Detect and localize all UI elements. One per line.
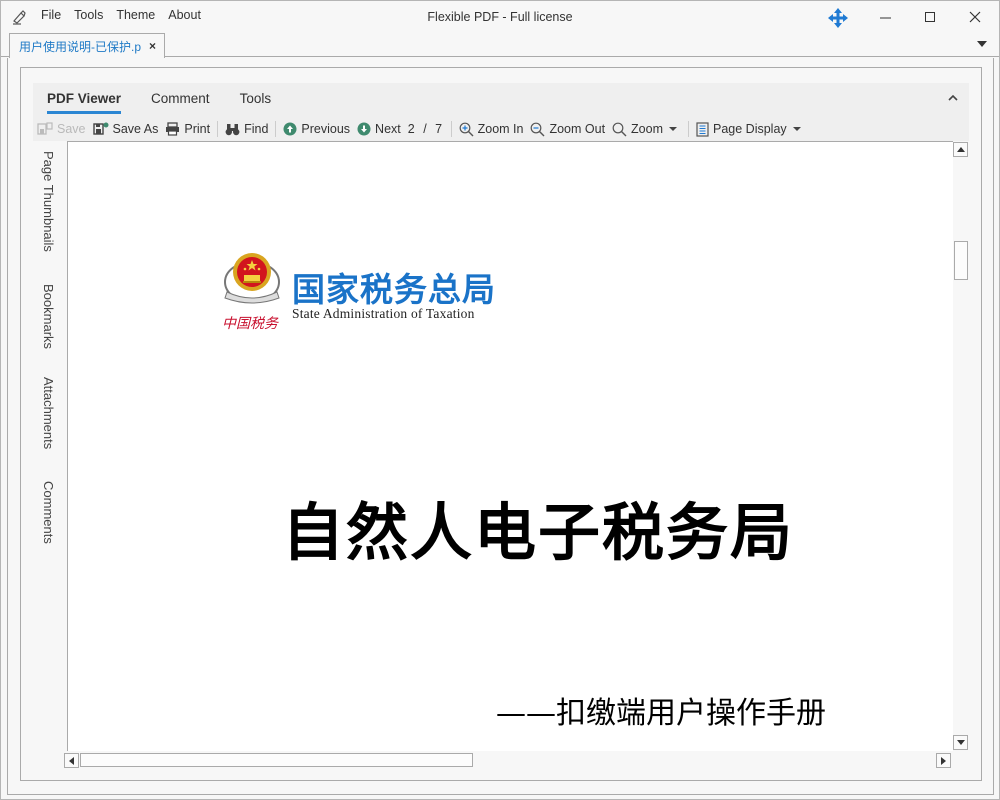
- scroll-up-button[interactable]: [953, 142, 968, 157]
- page-display-icon: [696, 121, 709, 137]
- tab-pdf-viewer[interactable]: PDF Viewer: [47, 91, 122, 114]
- total-pages: 7: [435, 122, 443, 136]
- menu-file[interactable]: File: [41, 8, 61, 22]
- current-page-input[interactable]: 2: [408, 122, 415, 136]
- document-tab[interactable]: 用户使用说明-已保护.pdf ×: [9, 33, 165, 58]
- binoculars-icon: [225, 123, 240, 135]
- save-as-label: Save As: [112, 122, 159, 136]
- document-tab-label: 用户使用说明-已保护.pdf: [19, 39, 141, 54]
- toolbar: Save Save As Print Find Previous Next 2 …: [37, 119, 812, 139]
- magnifier-icon: [612, 122, 627, 136]
- document-subtitle: ——扣缴端用户操作手册: [496, 696, 826, 731]
- save-icon: [37, 122, 53, 135]
- arrow-up-circle-icon: [283, 122, 297, 136]
- arrow-down-circle-icon: [357, 122, 371, 136]
- pen-icon: [13, 10, 26, 25]
- page-display-dropdown[interactable]: Page Display: [696, 121, 805, 137]
- minimize-button[interactable]: [871, 5, 901, 31]
- side-tab-attachments[interactable]: Attachments: [41, 377, 56, 449]
- toolbar-separator: [275, 121, 277, 137]
- document-tab-close-button[interactable]: ×: [149, 39, 156, 53]
- ribbon: PDF Viewer Comment Tools Save Save As Pr…: [33, 83, 969, 141]
- arrow-up-icon: [957, 147, 965, 152]
- menu-theme[interactable]: Theme: [116, 8, 155, 22]
- scroll-left-button[interactable]: [64, 753, 79, 768]
- zoom-out-icon: [531, 122, 545, 136]
- chevron-down-icon: [669, 127, 677, 131]
- collapse-ribbon-icon[interactable]: [947, 93, 959, 103]
- maximize-button[interactable]: [916, 5, 946, 31]
- zoom-in-label: Zoom In: [477, 122, 524, 136]
- zoom-out-button[interactable]: Zoom Out: [530, 122, 605, 137]
- print-button[interactable]: Print: [165, 122, 210, 136]
- menu-tools[interactable]: Tools: [74, 8, 103, 22]
- move-icon[interactable]: [827, 7, 849, 29]
- toolbar-separator: [688, 121, 689, 137]
- find-label: Find: [244, 122, 269, 136]
- zoom-dropdown[interactable]: Zoom: [612, 122, 681, 137]
- save-as-button[interactable]: Save As: [92, 122, 159, 136]
- sat-logo: 中国税务 国家税务总局 State Administration of Taxa…: [213, 242, 523, 342]
- next-page-button[interactable]: Next: [357, 122, 401, 136]
- maximize-icon: [925, 12, 935, 22]
- logo-chinese-title: 国家税务总局: [292, 270, 496, 309]
- chevron-down-icon: [792, 127, 801, 131]
- menu-bar: File Tools Theme About: [41, 8, 214, 22]
- save-button[interactable]: Save: [37, 122, 86, 136]
- zoom-label: Zoom: [631, 122, 663, 136]
- page-separator: /: [423, 122, 428, 136]
- document-tab-bar: 用户使用说明-已保护.pdf ×: [1, 33, 999, 58]
- arrow-down-icon: [957, 740, 965, 745]
- find-button[interactable]: Find: [225, 122, 268, 136]
- previous-page-button[interactable]: Previous: [283, 122, 350, 136]
- title-bar: File Tools Theme About Flexible PDF - Fu…: [1, 1, 999, 33]
- page-indicator: 2 / 7: [408, 122, 443, 136]
- print-label: Print: [184, 122, 211, 136]
- logo-handwriting: 中国税务: [222, 316, 278, 332]
- save-label: Save: [57, 122, 86, 136]
- scroll-right-button[interactable]: [936, 753, 951, 768]
- side-panel: Page Thumbnails Bookmarks Attachments Co…: [33, 141, 67, 751]
- zoom-in-button[interactable]: Zoom In: [459, 122, 524, 137]
- previous-label: Previous: [301, 122, 351, 136]
- horizontal-scrollbar[interactable]: [63, 752, 953, 768]
- minimize-icon: [880, 17, 891, 19]
- logo-english-title: State Administration of Taxation: [292, 306, 475, 321]
- zoom-out-label: Zoom Out: [549, 122, 606, 136]
- zoom-in-icon: [459, 122, 474, 136]
- document-title: 自然人电子税务局: [281, 496, 794, 569]
- arrow-left-icon: [69, 757, 74, 765]
- toolbar-separator: [450, 121, 452, 137]
- menu-about[interactable]: About: [168, 8, 201, 22]
- ribbon-tabs: PDF Viewer Comment Tools: [47, 91, 301, 114]
- tab-comment[interactable]: Comment: [151, 91, 210, 114]
- toolbar-separator: [217, 121, 219, 137]
- side-tab-bookmarks[interactable]: Bookmarks: [41, 284, 56, 349]
- arrow-right-icon: [941, 757, 946, 765]
- national-emblem-icon: [224, 253, 280, 304]
- side-tab-comments[interactable]: Comments: [41, 481, 56, 544]
- app-window: File Tools Theme About Flexible PDF - Fu…: [0, 0, 1000, 800]
- page-display-label: Page Display: [713, 122, 787, 136]
- vertical-scroll-thumb[interactable]: [954, 241, 968, 280]
- side-tab-page-thumbnails[interactable]: Page Thumbnails: [41, 151, 56, 252]
- vertical-scrollbar[interactable]: [953, 141, 969, 751]
- horizontal-scroll-thumb[interactable]: [80, 753, 473, 767]
- tab-list-dropdown-icon[interactable]: [977, 40, 987, 48]
- close-button[interactable]: [961, 5, 991, 31]
- save-as-icon: [92, 122, 108, 135]
- next-label: Next: [375, 122, 401, 136]
- window-title: Flexible PDF - Full license: [427, 10, 573, 24]
- print-icon: [166, 122, 180, 136]
- scroll-down-button[interactable]: [953, 735, 968, 750]
- close-icon: [969, 11, 981, 23]
- pdf-page-view[interactable]: 中国税务 国家税务总局 State Administration of Taxa…: [67, 141, 953, 751]
- tab-tools[interactable]: Tools: [240, 91, 272, 114]
